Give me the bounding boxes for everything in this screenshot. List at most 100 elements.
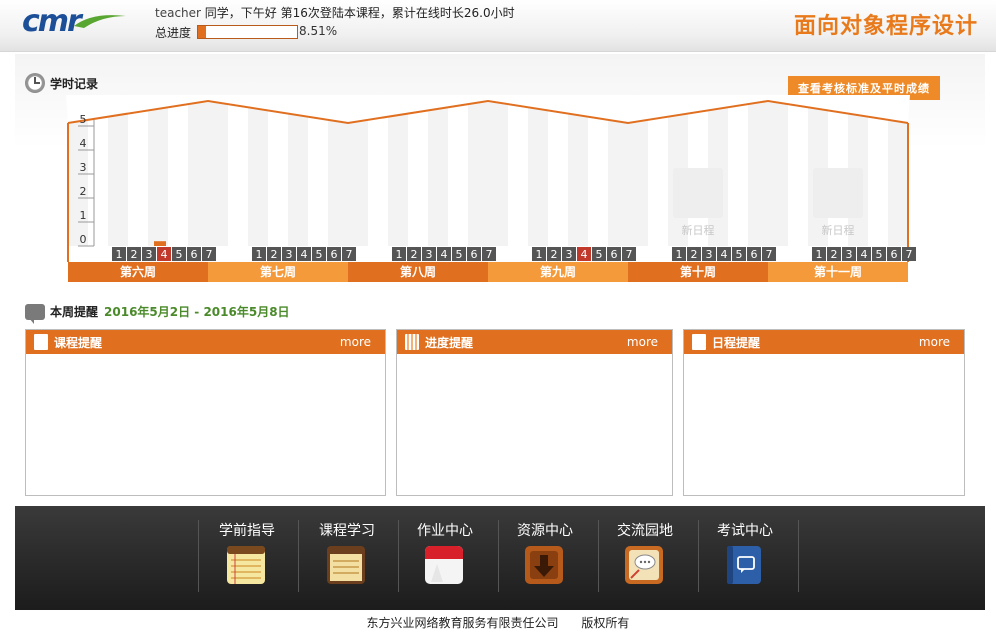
day-number: 2 xyxy=(831,248,838,261)
new-schedule-placeholder xyxy=(813,168,863,218)
new-schedule-label: 新日程 xyxy=(682,223,715,237)
nav-pre-study-guide[interactable]: 学前指导 xyxy=(197,518,297,598)
day-column xyxy=(368,103,388,246)
day-column xyxy=(508,103,528,246)
study-hours-bar xyxy=(154,241,166,246)
day-column xyxy=(308,103,328,246)
day-number: 3 xyxy=(846,248,853,261)
day-column xyxy=(388,103,408,246)
study-hours-chart: 543210第六周1 2 3 4 5 6 7第七周1 2 3 4 5 6 7第八周1 2 3 4 5 6 7第九周1… xyxy=(66,95,916,282)
schedule-reminder-header: 日程提醒 more xyxy=(684,330,964,354)
day-column xyxy=(448,103,468,246)
day-number: 5 xyxy=(736,248,743,261)
day-column xyxy=(748,103,768,246)
day-number: 2 xyxy=(411,248,418,261)
day-number: 1 xyxy=(816,248,823,261)
day-column xyxy=(108,103,128,246)
day-number: 7 xyxy=(766,248,773,261)
day-column xyxy=(888,103,908,246)
day-column xyxy=(548,103,568,246)
day-number: 6 xyxy=(331,248,338,261)
progress-reminder-panel: 进度提醒 more xyxy=(396,329,673,496)
day-column xyxy=(328,103,348,246)
nav-label: 学前指导 xyxy=(219,523,275,539)
nav-course-study[interactable]: 课程学习 xyxy=(297,518,397,598)
notebook-chat-icon xyxy=(727,546,761,584)
day-number: 6 xyxy=(471,248,478,261)
day-number: 2 xyxy=(131,248,138,261)
nav-homework-center[interactable]: 作业中心 xyxy=(395,518,495,598)
day-number: 6 xyxy=(611,248,618,261)
bottom-nav-bar: 学前指导 课程学习 作业中心 资源中心 交流园地 考试中心 xyxy=(15,506,985,610)
week-label: 第七周 xyxy=(260,264,296,279)
y-tick-label: 1 xyxy=(80,209,87,222)
nav-exam-center[interactable]: 考试中心 xyxy=(695,518,795,598)
day-column xyxy=(648,103,668,246)
schedule-reminder-more-link[interactable]: more xyxy=(919,335,950,349)
day-number: 5 xyxy=(316,248,323,261)
notepad-icon xyxy=(227,546,265,584)
day-number: 5 xyxy=(176,248,183,261)
copyright-footer: 东方兴业网络教育服务有限责任公司 版权所有 xyxy=(366,616,630,630)
day-column xyxy=(488,103,508,246)
day-number: 6 xyxy=(191,248,198,261)
nav-label: 作业中心 xyxy=(417,523,473,539)
week-label: 第六周 xyxy=(120,264,156,279)
progress-reminder-header: 进度提醒 more xyxy=(397,330,672,354)
nav-label: 资源中心 xyxy=(517,523,573,539)
day-column xyxy=(408,103,428,246)
day-column xyxy=(428,103,448,246)
day-column xyxy=(348,103,368,246)
day-number: 1 xyxy=(676,248,683,261)
week-label: 第九周 xyxy=(540,264,576,279)
nav-discussion-forum[interactable]: 交流园地 xyxy=(595,518,695,598)
weekly-reminder-title: 本周提醒 xyxy=(50,305,99,319)
schedule-reminder-title: 日程提醒 xyxy=(712,335,761,350)
nav-label: 考试中心 xyxy=(717,523,773,539)
new-schedule-placeholder xyxy=(673,168,723,218)
day-number: 2 xyxy=(271,248,278,261)
course-reminder-more-link[interactable]: more xyxy=(340,335,371,349)
day-column xyxy=(628,103,648,246)
day-number: 5 xyxy=(876,248,883,261)
nav-resource-center[interactable]: 资源中心 xyxy=(495,518,595,598)
day-number: 2 xyxy=(551,248,558,261)
day-number: 1 xyxy=(116,248,123,261)
chat-board-icon xyxy=(625,546,663,584)
day-number: 3 xyxy=(286,248,293,261)
day-column xyxy=(468,103,488,246)
week-label: 第十一周 xyxy=(814,264,862,279)
day-column xyxy=(248,103,268,246)
day-column xyxy=(188,103,208,246)
week-label: 第八周 xyxy=(400,264,436,279)
progress-reminder-more-link[interactable]: more xyxy=(627,335,658,349)
day-column xyxy=(288,103,308,246)
day-number: 3 xyxy=(146,248,153,261)
day-number: 5 xyxy=(456,248,463,261)
day-number: 1 xyxy=(256,248,263,261)
day-number: 6 xyxy=(751,248,758,261)
day-number: 4 xyxy=(581,248,588,261)
course-reminder-header: 课程提醒 more xyxy=(26,330,385,354)
day-number: 1 xyxy=(396,248,403,261)
day-column xyxy=(148,103,168,246)
progress-reminder-title: 进度提醒 xyxy=(425,335,474,350)
nav-label: 课程学习 xyxy=(319,523,375,539)
y-tick-label: 4 xyxy=(80,137,87,150)
day-number: 3 xyxy=(426,248,433,261)
week-date-range: 2016年5月2日 - 2016年5月8日 xyxy=(104,305,290,319)
day-number: 7 xyxy=(486,248,493,261)
y-tick-label: 3 xyxy=(80,161,87,174)
book-notes-icon xyxy=(327,546,365,584)
nav-divider xyxy=(798,520,799,592)
schedule-reminder-panel: 日程提醒 more xyxy=(683,329,965,496)
day-column xyxy=(588,103,608,246)
course-reminder-title: 课程提醒 xyxy=(54,335,103,350)
day-column xyxy=(768,103,788,246)
download-icon xyxy=(525,546,563,584)
day-number: 2 xyxy=(691,248,698,261)
day-column xyxy=(868,103,888,246)
day-number: 4 xyxy=(441,248,448,261)
y-tick-label: 2 xyxy=(80,185,87,198)
day-number: 7 xyxy=(626,248,633,261)
